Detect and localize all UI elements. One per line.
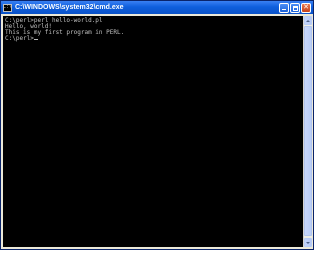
close-icon: ✕ xyxy=(303,3,309,11)
arrow-down-icon xyxy=(306,241,310,244)
title-bar[interactable]: C:\ C:\WINDOWS\system32\cmd.exe ✕ xyxy=(1,1,313,14)
window-controls: ✕ xyxy=(279,2,311,13)
cmd-icon[interactable]: C:\ xyxy=(3,3,12,12)
minimize-icon xyxy=(282,8,286,10)
arrow-up-icon xyxy=(306,19,310,22)
vertical-scrollbar[interactable] xyxy=(303,16,312,247)
console-output[interactable]: C:\perl>perl hello-world.pl Hello, world!… xyxy=(3,16,303,247)
console-line: C:\perl> xyxy=(5,36,303,42)
text-cursor xyxy=(33,39,38,40)
scroll-down-button[interactable] xyxy=(304,238,312,247)
scroll-up-button[interactable] xyxy=(304,16,312,25)
console-prompt: C:\perl> xyxy=(5,35,34,42)
scrollbar-thumb[interactable] xyxy=(304,26,312,236)
minimize-button[interactable] xyxy=(279,2,289,13)
close-button[interactable]: ✕ xyxy=(301,2,311,13)
console-window: C:\ C:\WINDOWS\system32\cmd.exe ✕ C:\per… xyxy=(0,0,314,250)
window-title: C:\WINDOWS\system32\cmd.exe xyxy=(15,4,124,11)
console-text: C:\perl>perl hello-world.pl Hello, world!… xyxy=(3,16,303,42)
maximize-button[interactable] xyxy=(290,2,300,13)
maximize-icon xyxy=(293,5,298,11)
